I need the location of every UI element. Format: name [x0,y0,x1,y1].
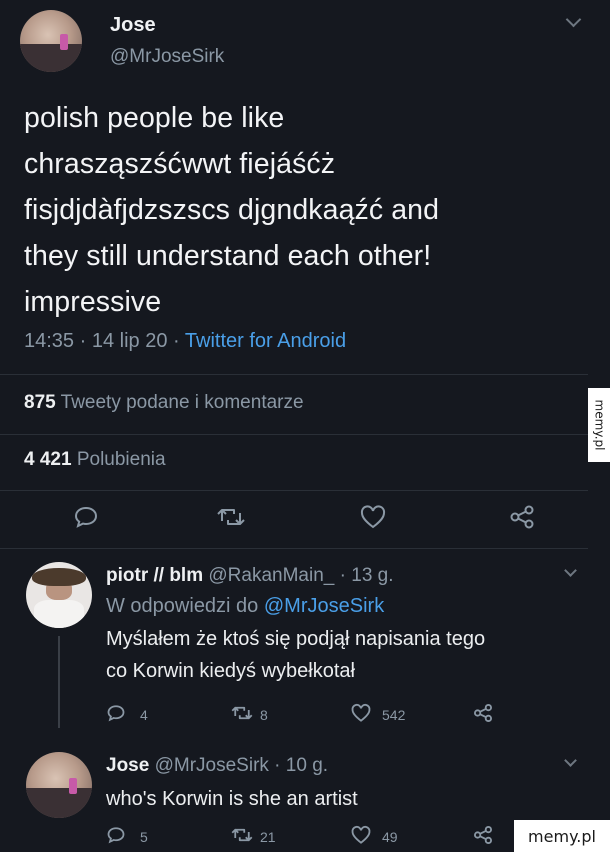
tweet-text: polish people be like chrasząszśćwwt fie… [24,95,584,325]
divider [0,490,588,491]
comment-icon[interactable] [106,826,126,844]
like-icon[interactable] [350,825,372,845]
watermark-corner: memy.pl [514,820,610,852]
like-stats[interactable]: 4 421 Polubienia [24,449,166,471]
in-reply-to-mention[interactable]: @MrJoseSirk [264,595,384,617]
reply-count: 5 [140,829,148,845]
reply-author-name[interactable]: piotr // blm [106,565,203,586]
reply-age: · 13 g. [339,565,394,586]
like-label: Polubienia [76,449,166,470]
reply-avatar[interactable] [26,562,92,628]
reply-author-name[interactable]: Jose [106,755,149,776]
author-handle[interactable]: @MrJoseSirk [110,46,224,68]
tweet-text-line: chrasząszśćwwt fiejáśćż [24,148,336,180]
retweet-stats[interactable]: 875 Tweety podane i komentarze [24,392,304,414]
reply-author-handle[interactable]: @MrJoseSirk [155,755,269,776]
tweet-screenshot: Jose @MrJoseSirk polish people be like c… [0,0,610,852]
tweet-text-line: polish people be like [24,102,285,134]
author-avatar[interactable] [20,10,82,72]
divider [0,548,588,549]
tweet-meta: 14:35 · 14 lip 20 · Twitter for Android [24,330,346,353]
watermark-side-text: memy.pl [592,399,607,451]
watermark-side: memy.pl [588,388,610,462]
in-reply-to-label: W odpowiedzi do [106,595,259,617]
in-reply-to: W odpowiedzi do @MrJoseSirk [106,595,384,618]
like-icon[interactable] [359,504,387,530]
chevron-down-icon[interactable] [564,754,577,767]
tweet-date: 14 lip 20 [91,330,168,352]
thread-line [58,636,60,728]
divider [0,374,588,375]
tweet-time: 14:35 [24,330,75,352]
reply-header: piotr // blm @RakanMain_ · 13 g. [106,565,394,587]
reply-text-line: Myślałem że ktoś się podjął napisania te… [106,628,486,650]
retweet-count: 8 [260,707,268,723]
retweet-icon[interactable] [230,826,254,844]
like-count: 4 421 [24,449,72,470]
comment-icon[interactable] [106,704,126,722]
author-name[interactable]: Jose [110,14,156,37]
chevron-down-icon[interactable] [565,11,582,28]
meta-separator: · [173,330,180,352]
reply-count: 4 [140,707,148,723]
tweet-source-link[interactable]: Twitter for Android [185,330,346,352]
reply-header: Jose @MrJoseSirk · 10 g. [106,755,328,777]
reply-text-line: who's Korwin is she an artist [106,788,358,810]
like-count: 49 [382,829,398,845]
reply-avatar[interactable] [26,752,92,818]
retweet-icon[interactable] [216,505,246,529]
share-icon[interactable] [472,825,494,845]
like-count: 542 [382,707,406,723]
reply-text-line: co Korwin kiedyś wybełkotał [106,660,355,682]
comment-icon[interactable] [73,505,99,529]
share-icon[interactable] [472,703,494,723]
meta-separator: · [79,330,87,352]
retweet-count: 21 [260,829,276,845]
share-icon[interactable] [508,504,536,530]
divider [0,434,588,435]
tweet-text-line: fisjdjdàfjdzszscs djgndkaąźć and [24,194,440,226]
reply-author-handle[interactable]: @RakanMain_ [208,565,334,586]
reply-age: · 10 g. [274,755,329,776]
tweet-text-line: impressive [24,286,162,318]
like-icon[interactable] [350,703,372,723]
chevron-down-icon[interactable] [564,564,577,577]
tweet-text-line: they still understand each other! [24,240,432,272]
retweet-label: Tweety podane i komentarze [60,392,304,413]
retweet-icon[interactable] [230,704,254,722]
retweet-count: 875 [24,392,56,413]
